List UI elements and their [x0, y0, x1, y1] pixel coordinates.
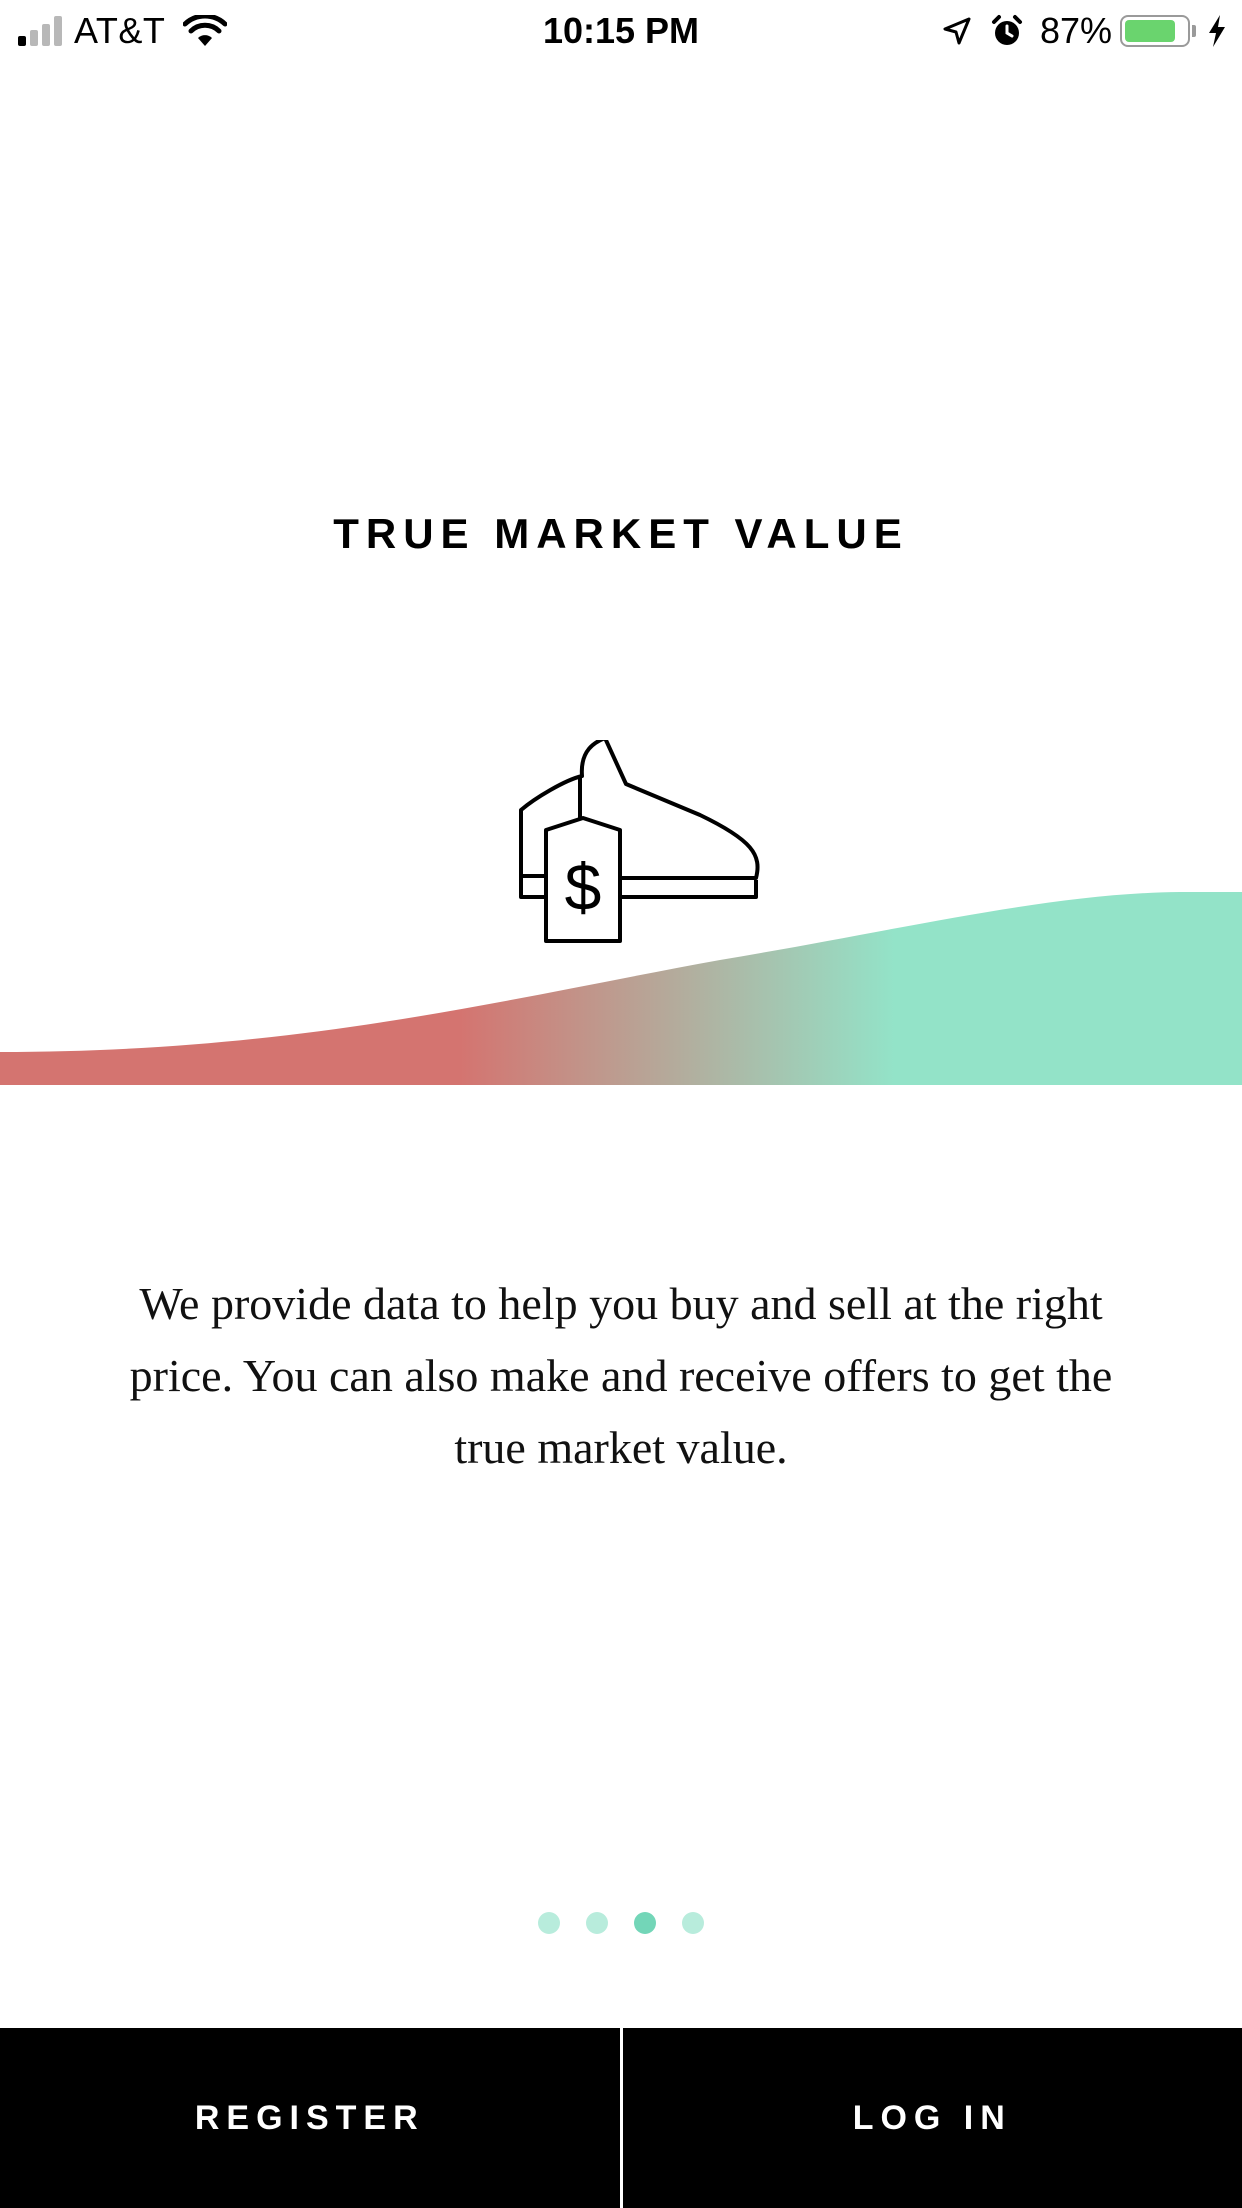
login-button[interactable]: LOG IN — [623, 2028, 1242, 2208]
page-title: TRUE MARKET VALUE — [333, 510, 909, 557]
bottom-action-bar: REGISTER LOG IN — [0, 2028, 1242, 2208]
charging-bolt-icon — [1209, 15, 1225, 47]
battery-nub — [1192, 25, 1196, 37]
alarm-icon — [991, 15, 1022, 45]
status-right: 87% — [942, 8, 1228, 54]
page-dot-3[interactable] — [634, 1912, 656, 1934]
description-text: We provide data to help you buy and sell… — [129, 1278, 1113, 1473]
price-tag-icon: $ — [544, 816, 622, 943]
battery-icon — [1120, 15, 1190, 47]
page-indicator[interactable] — [0, 1912, 1242, 1934]
page-dot-1[interactable] — [538, 1912, 560, 1934]
hero-illustration: $ — [0, 740, 1242, 1090]
register-button[interactable]: REGISTER — [0, 2028, 620, 2208]
status-bar: AT&T 10:15 PM 87% — [0, 0, 1242, 62]
location-arrow-icon — [943, 17, 971, 45]
battery-level-fill — [1125, 20, 1175, 42]
page-dot-2[interactable] — [586, 1912, 608, 1934]
price-symbol: $ — [565, 850, 602, 924]
page-dot-4[interactable] — [682, 1912, 704, 1934]
battery-percent: 87% — [1039, 10, 1112, 51]
